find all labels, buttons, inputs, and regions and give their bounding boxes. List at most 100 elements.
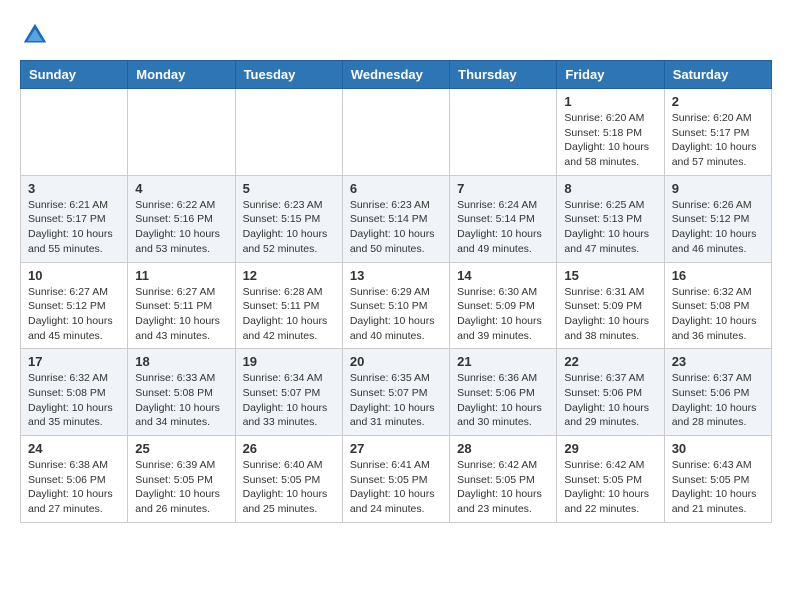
day-number: 4	[135, 181, 227, 196]
day-info: Sunrise: 6:27 AM Sunset: 5:11 PM Dayligh…	[135, 285, 227, 344]
day-number: 3	[28, 181, 120, 196]
calendar-week-row: 10 Sunrise: 6:27 AM Sunset: 5:12 PM Dayli…	[21, 262, 772, 349]
day-number: 27	[350, 441, 442, 456]
calendar-day-cell: 9 Sunrise: 6:26 AM Sunset: 5:12 PM Daylig…	[664, 175, 771, 262]
day-info: Sunrise: 6:20 AM Sunset: 5:17 PM Dayligh…	[672, 111, 764, 170]
day-number: 18	[135, 354, 227, 369]
day-number: 1	[564, 94, 656, 109]
day-info: Sunrise: 6:31 AM Sunset: 5:09 PM Dayligh…	[564, 285, 656, 344]
day-number: 24	[28, 441, 120, 456]
day-info: Sunrise: 6:32 AM Sunset: 5:08 PM Dayligh…	[672, 285, 764, 344]
calendar-day-cell: 27 Sunrise: 6:41 AM Sunset: 5:05 PM Dayli…	[342, 436, 449, 523]
calendar-header-row: SundayMondayTuesdayWednesdayThursdayFrid…	[21, 61, 772, 89]
day-number: 29	[564, 441, 656, 456]
header	[20, 20, 772, 50]
day-number: 8	[564, 181, 656, 196]
calendar-day-cell: 11 Sunrise: 6:27 AM Sunset: 5:11 PM Dayli…	[128, 262, 235, 349]
day-info: Sunrise: 6:39 AM Sunset: 5:05 PM Dayligh…	[135, 458, 227, 517]
calendar-empty-cell	[235, 89, 342, 176]
day-number: 5	[243, 181, 335, 196]
day-info: Sunrise: 6:22 AM Sunset: 5:16 PM Dayligh…	[135, 198, 227, 257]
day-number: 17	[28, 354, 120, 369]
day-number: 30	[672, 441, 764, 456]
day-info: Sunrise: 6:40 AM Sunset: 5:05 PM Dayligh…	[243, 458, 335, 517]
day-info: Sunrise: 6:30 AM Sunset: 5:09 PM Dayligh…	[457, 285, 549, 344]
weekday-header-friday: Friday	[557, 61, 664, 89]
calendar-day-cell: 16 Sunrise: 6:32 AM Sunset: 5:08 PM Dayli…	[664, 262, 771, 349]
calendar-day-cell: 19 Sunrise: 6:34 AM Sunset: 5:07 PM Dayli…	[235, 349, 342, 436]
calendar-week-row: 17 Sunrise: 6:32 AM Sunset: 5:08 PM Dayli…	[21, 349, 772, 436]
day-info: Sunrise: 6:23 AM Sunset: 5:14 PM Dayligh…	[350, 198, 442, 257]
calendar-day-cell: 20 Sunrise: 6:35 AM Sunset: 5:07 PM Dayli…	[342, 349, 449, 436]
day-number: 10	[28, 268, 120, 283]
calendar-week-row: 1 Sunrise: 6:20 AM Sunset: 5:18 PM Daylig…	[21, 89, 772, 176]
calendar-day-cell: 23Sunrise: 6:37 AM Sunset: 5:06 PM Dayli…	[664, 349, 771, 436]
day-number: 23	[672, 354, 764, 369]
day-info: Sunrise: 6:23 AM Sunset: 5:15 PM Dayligh…	[243, 198, 335, 257]
calendar-empty-cell	[342, 89, 449, 176]
calendar-empty-cell	[450, 89, 557, 176]
calendar-day-cell: 18 Sunrise: 6:33 AM Sunset: 5:08 PM Dayli…	[128, 349, 235, 436]
calendar-day-cell: 25 Sunrise: 6:39 AM Sunset: 5:05 PM Dayli…	[128, 436, 235, 523]
day-info: Sunrise: 6:26 AM Sunset: 5:12 PM Dayligh…	[672, 198, 764, 257]
calendar-day-cell: 3Sunrise: 6:21 AM Sunset: 5:17 PM Daylig…	[21, 175, 128, 262]
day-info: Sunrise: 6:20 AM Sunset: 5:18 PM Dayligh…	[564, 111, 656, 170]
day-info: Sunrise: 6:41 AM Sunset: 5:05 PM Dayligh…	[350, 458, 442, 517]
day-number: 6	[350, 181, 442, 196]
calendar-day-cell: 12Sunrise: 6:28 AM Sunset: 5:11 PM Dayli…	[235, 262, 342, 349]
day-info: Sunrise: 6:37 AM Sunset: 5:06 PM Dayligh…	[564, 371, 656, 430]
day-info: Sunrise: 6:42 AM Sunset: 5:05 PM Dayligh…	[564, 458, 656, 517]
day-info: Sunrise: 6:42 AM Sunset: 5:05 PM Dayligh…	[457, 458, 549, 517]
calendar-day-cell: 6 Sunrise: 6:23 AM Sunset: 5:14 PM Daylig…	[342, 175, 449, 262]
calendar-empty-cell	[128, 89, 235, 176]
calendar-day-cell: 7 Sunrise: 6:24 AM Sunset: 5:14 PM Daylig…	[450, 175, 557, 262]
calendar-day-cell: 29 Sunrise: 6:42 AM Sunset: 5:05 PM Dayli…	[557, 436, 664, 523]
calendar-day-cell: 17 Sunrise: 6:32 AM Sunset: 5:08 PM Dayli…	[21, 349, 128, 436]
weekday-header-sunday: Sunday	[21, 61, 128, 89]
day-info: Sunrise: 6:32 AM Sunset: 5:08 PM Dayligh…	[28, 371, 120, 430]
calendar-week-row: 3Sunrise: 6:21 AM Sunset: 5:17 PM Daylig…	[21, 175, 772, 262]
calendar-day-cell: 4 Sunrise: 6:22 AM Sunset: 5:16 PM Daylig…	[128, 175, 235, 262]
day-info: Sunrise: 6:43 AM Sunset: 5:05 PM Dayligh…	[672, 458, 764, 517]
day-info: Sunrise: 6:36 AM Sunset: 5:06 PM Dayligh…	[457, 371, 549, 430]
calendar-day-cell: 1 Sunrise: 6:20 AM Sunset: 5:18 PM Daylig…	[557, 89, 664, 176]
calendar-day-cell: 14 Sunrise: 6:30 AM Sunset: 5:09 PM Dayli…	[450, 262, 557, 349]
day-info: Sunrise: 6:38 AM Sunset: 5:06 PM Dayligh…	[28, 458, 120, 517]
calendar-day-cell: 30 Sunrise: 6:43 AM Sunset: 5:05 PM Dayli…	[664, 436, 771, 523]
calendar-day-cell: 5 Sunrise: 6:23 AM Sunset: 5:15 PM Daylig…	[235, 175, 342, 262]
day-info: Sunrise: 6:27 AM Sunset: 5:12 PM Dayligh…	[28, 285, 120, 344]
day-info: Sunrise: 6:35 AM Sunset: 5:07 PM Dayligh…	[350, 371, 442, 430]
logo-icon	[20, 20, 50, 50]
calendar-table: SundayMondayTuesdayWednesdayThursdayFrid…	[20, 60, 772, 523]
calendar-day-cell: 10 Sunrise: 6:27 AM Sunset: 5:12 PM Dayli…	[21, 262, 128, 349]
day-number: 25	[135, 441, 227, 456]
day-number: 11	[135, 268, 227, 283]
weekday-header-tuesday: Tuesday	[235, 61, 342, 89]
calendar-day-cell: 24 Sunrise: 6:38 AM Sunset: 5:06 PM Dayli…	[21, 436, 128, 523]
calendar-day-cell: 13 Sunrise: 6:29 AM Sunset: 5:10 PM Dayli…	[342, 262, 449, 349]
day-number: 7	[457, 181, 549, 196]
calendar-day-cell: 22 Sunrise: 6:37 AM Sunset: 5:06 PM Dayli…	[557, 349, 664, 436]
logo	[20, 20, 54, 50]
calendar-day-cell: 8Sunrise: 6:25 AM Sunset: 5:13 PM Daylig…	[557, 175, 664, 262]
weekday-header-thursday: Thursday	[450, 61, 557, 89]
day-number: 15	[564, 268, 656, 283]
day-info: Sunrise: 6:24 AM Sunset: 5:14 PM Dayligh…	[457, 198, 549, 257]
day-info: Sunrise: 6:28 AM Sunset: 5:11 PM Dayligh…	[243, 285, 335, 344]
day-number: 16	[672, 268, 764, 283]
day-number: 26	[243, 441, 335, 456]
day-number: 21	[457, 354, 549, 369]
day-number: 13	[350, 268, 442, 283]
calendar-day-cell: 26 Sunrise: 6:40 AM Sunset: 5:05 PM Dayli…	[235, 436, 342, 523]
day-number: 22	[564, 354, 656, 369]
day-number: 9	[672, 181, 764, 196]
calendar-empty-cell	[21, 89, 128, 176]
day-number: 14	[457, 268, 549, 283]
day-number: 20	[350, 354, 442, 369]
day-info: Sunrise: 6:29 AM Sunset: 5:10 PM Dayligh…	[350, 285, 442, 344]
day-number: 19	[243, 354, 335, 369]
day-info: Sunrise: 6:34 AM Sunset: 5:07 PM Dayligh…	[243, 371, 335, 430]
weekday-header-wednesday: Wednesday	[342, 61, 449, 89]
calendar-day-cell: 2Sunrise: 6:20 AM Sunset: 5:17 PM Daylig…	[664, 89, 771, 176]
day-info: Sunrise: 6:33 AM Sunset: 5:08 PM Dayligh…	[135, 371, 227, 430]
